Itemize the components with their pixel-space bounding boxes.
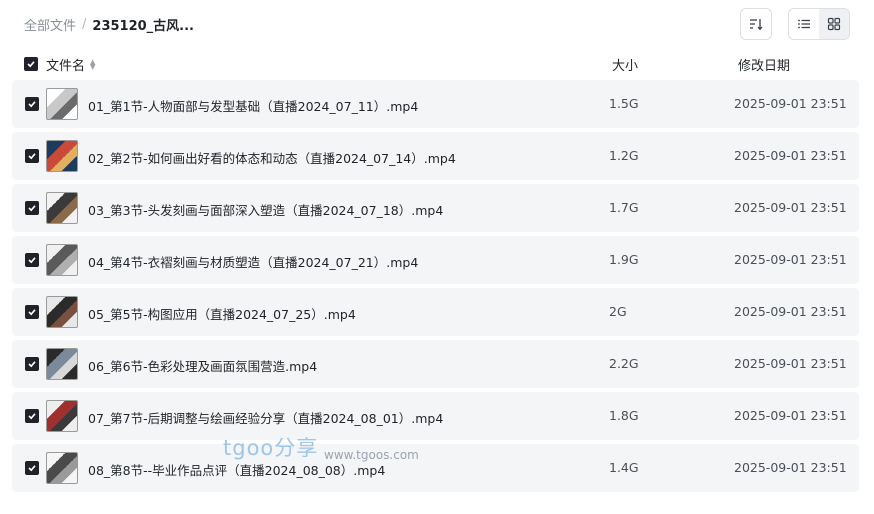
row-checkbox[interactable] (25, 461, 39, 475)
file-row[interactable]: 08_第8节--毕业作品点评（直播2024_08_08）.mp4 1.4G 20… (12, 444, 859, 492)
file-row[interactable]: 07_第7节-后期调整与绘画经验分享（直播2024_08_01）.mp4 1.8… (12, 392, 859, 440)
file-row[interactable]: 02_第2节-如何画出好看的体态和动态（直播2024_07_14）.mp4 1.… (12, 132, 859, 180)
row-checkbox[interactable] (25, 357, 39, 371)
file-size: 1.7G (609, 200, 639, 215)
list-view-button[interactable] (789, 9, 819, 39)
check-icon (27, 61, 35, 68)
file-size: 2G (609, 304, 627, 319)
file-size: 1.2G (609, 148, 639, 163)
file-size: 1.4G (609, 460, 639, 475)
file-modified-date: 2025-09-01 23:51 (734, 252, 847, 267)
column-header-date[interactable]: 修改日期 (738, 55, 790, 74)
check-icon (28, 101, 36, 108)
check-icon (28, 205, 36, 212)
view-toggle-group (788, 8, 850, 40)
video-thumbnail (46, 88, 78, 120)
check-icon (28, 465, 36, 472)
breadcrumb-root-link[interactable]: 全部文件 (24, 15, 76, 34)
file-name[interactable]: 07_第7节-后期调整与绘画经验分享（直播2024_08_01）.mp4 (88, 408, 443, 427)
row-checkbox[interactable] (25, 201, 39, 215)
breadcrumb: 全部文件 / 235120_古风... (24, 14, 194, 34)
check-icon (28, 153, 36, 160)
file-name[interactable]: 08_第8节--毕业作品点评（直播2024_08_08）.mp4 (88, 460, 385, 479)
row-checkbox[interactable] (25, 409, 39, 423)
video-thumbnail (46, 140, 78, 172)
row-checkbox[interactable] (25, 97, 39, 111)
row-checkbox[interactable] (25, 149, 39, 163)
file-modified-date: 2025-09-01 23:51 (734, 304, 847, 319)
file-modified-date: 2025-09-01 23:51 (734, 200, 847, 215)
column-header-size[interactable]: 大小 (612, 55, 638, 74)
top-bar: 全部文件 / 235120_古风... (0, 0, 874, 48)
file-name[interactable]: 01_第1节-人物面部与发型基础（直播2024_07_11）.mp4 (88, 96, 418, 115)
breadcrumb-separator: / (82, 16, 87, 32)
list-view-icon (798, 19, 810, 29)
file-list: 01_第1节-人物面部与发型基础（直播2024_07_11）.mp4 1.5G … (12, 80, 859, 496)
file-name[interactable]: 02_第2节-如何画出好看的体态和动态（直播2024_07_14）.mp4 (88, 148, 456, 167)
sort-descending-icon (750, 19, 763, 31)
file-size: 1.9G (609, 252, 639, 267)
video-thumbnail (46, 348, 78, 380)
file-size: 2.2G (609, 356, 639, 371)
sort-button[interactable] (740, 8, 772, 40)
file-modified-date: 2025-09-01 23:51 (734, 408, 847, 423)
grid-view-button[interactable] (819, 9, 849, 39)
select-all-checkbox[interactable] (24, 57, 38, 71)
file-name[interactable]: 04_第4节-衣褶刻画与材质塑造（直播2024_07_21）.mp4 (88, 252, 418, 271)
file-row[interactable]: 03_第3节-头发刻画与面部深入塑造（直播2024_07_18）.mp4 1.7… (12, 184, 859, 232)
file-modified-date: 2025-09-01 23:51 (734, 356, 847, 371)
video-thumbnail (46, 192, 78, 224)
file-size: 1.5G (609, 96, 639, 111)
video-thumbnail (46, 452, 78, 484)
column-header-name[interactable]: 文件名 ▲ ▼ (46, 55, 95, 74)
file-name[interactable]: 03_第3节-头发刻画与面部深入塑造（直播2024_07_18）.mp4 (88, 200, 443, 219)
file-row[interactable]: 06_第6节-色彩处理及画面氛围营造.mp4 2.2G 2025-09-01 2… (12, 340, 859, 388)
file-modified-date: 2025-09-01 23:51 (734, 96, 847, 111)
breadcrumb-current-folder: 235120_古风... (92, 18, 194, 34)
file-modified-date: 2025-09-01 23:51 (734, 460, 847, 475)
video-thumbnail (46, 244, 78, 276)
file-table-header: 文件名 ▲ ▼ 大小 修改日期 (0, 52, 874, 76)
file-name[interactable]: 06_第6节-色彩处理及画面氛围营造.mp4 (88, 356, 317, 375)
column-header-name-label: 文件名 (46, 59, 86, 74)
file-name[interactable]: 05_第5节-构图应用（直播2024_07_25）.mp4 (88, 304, 356, 323)
sort-toggle-icon: ▲ ▼ (90, 57, 96, 71)
file-row[interactable]: 05_第5节-构图应用（直播2024_07_25）.mp4 2G 2025-09… (12, 288, 859, 336)
file-modified-date: 2025-09-01 23:51 (734, 148, 847, 163)
video-thumbnail (46, 296, 78, 328)
grid-view-icon (827, 17, 841, 31)
check-icon (28, 257, 36, 264)
row-checkbox[interactable] (25, 253, 39, 267)
file-row[interactable]: 04_第4节-衣褶刻画与材质塑造（直播2024_07_21）.mp4 1.9G … (12, 236, 859, 284)
file-size: 1.8G (609, 408, 639, 423)
row-checkbox[interactable] (25, 305, 39, 319)
video-thumbnail (46, 400, 78, 432)
check-icon (28, 309, 36, 316)
check-icon (28, 361, 36, 368)
check-icon (28, 413, 36, 420)
file-row[interactable]: 01_第1节-人物面部与发型基础（直播2024_07_11）.mp4 1.5G … (12, 80, 859, 128)
